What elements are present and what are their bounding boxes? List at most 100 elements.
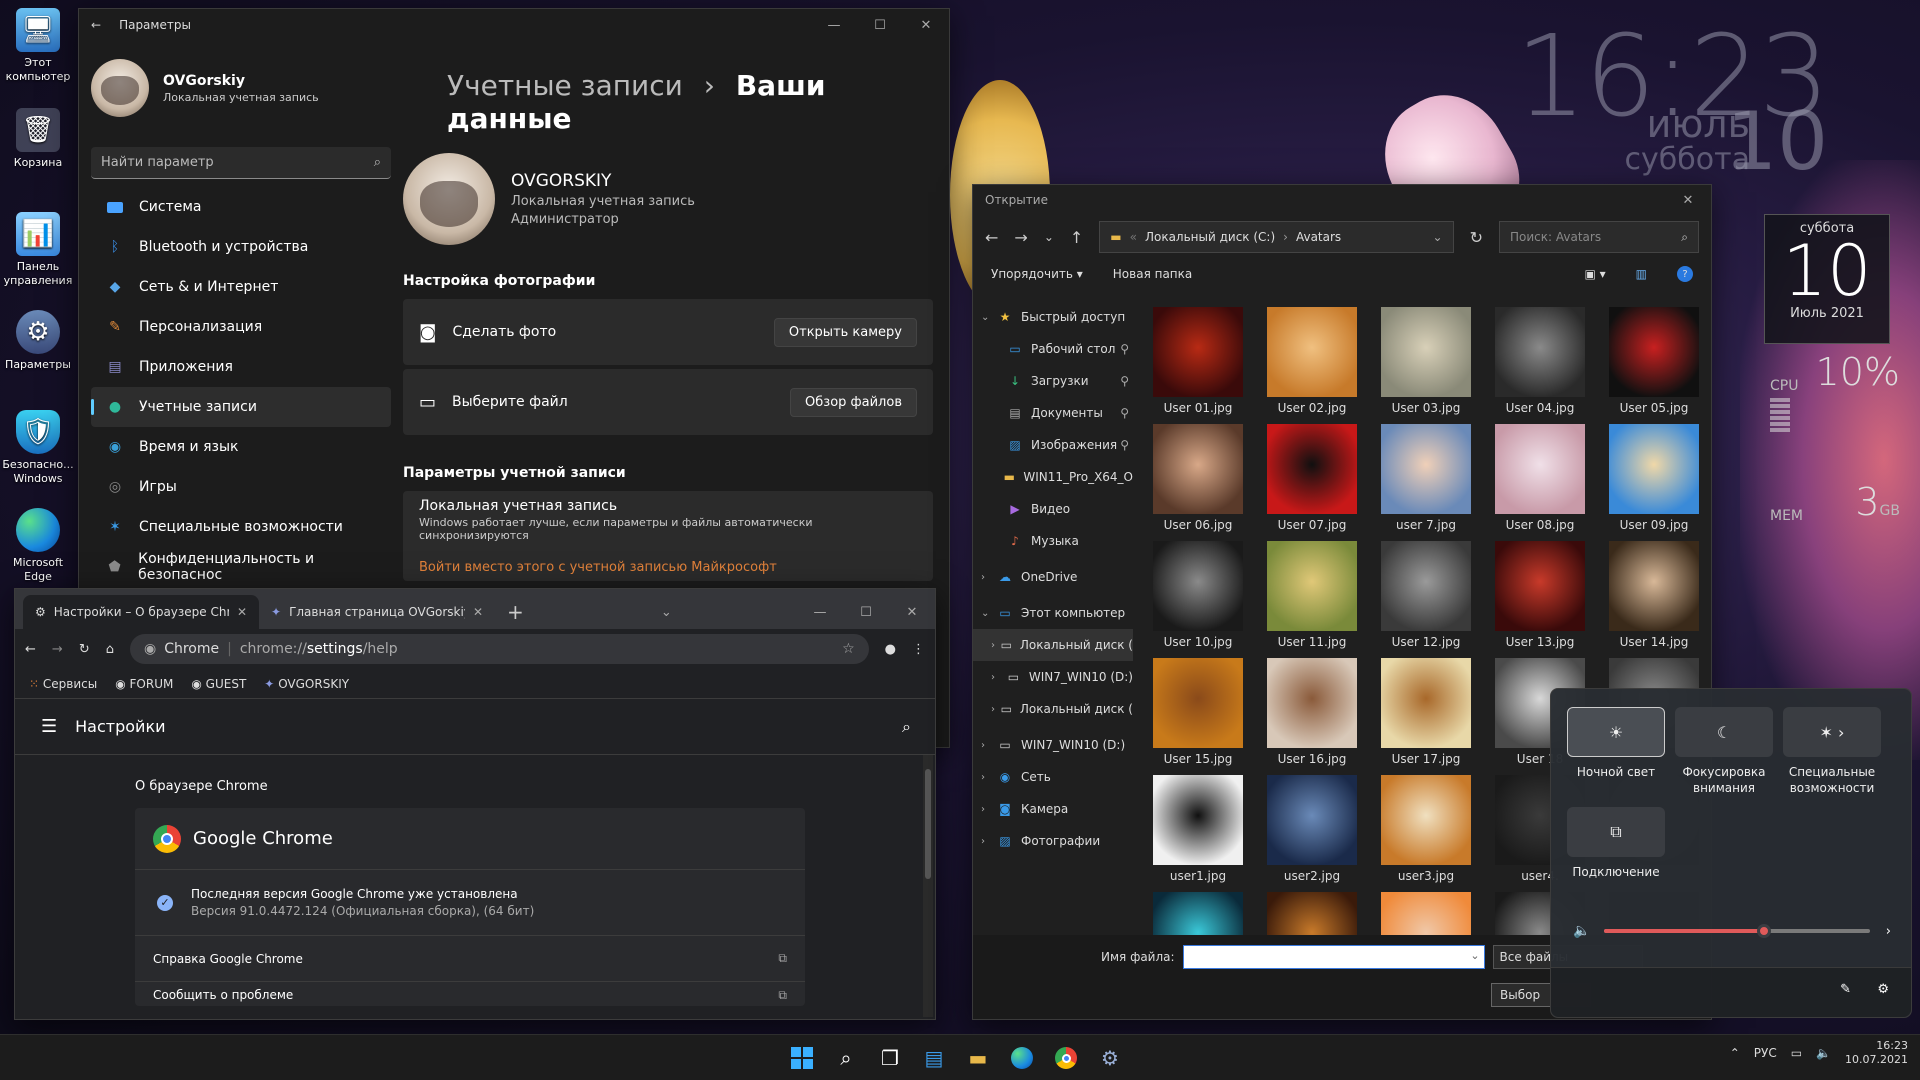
chevron-right-icon[interactable]: ›: [981, 572, 997, 583]
bookmark-forum[interactable]: ◉ FORUM: [115, 677, 173, 691]
breadcrumb-parent[interactable]: Учетные записи: [447, 69, 683, 102]
file-thumbnail[interactable]: User 08.jpg: [1483, 418, 1597, 535]
focus-assist-toggle[interactable]: ☾: [1675, 707, 1773, 757]
file-thumbnail[interactable]: User 09.jpg: [1597, 418, 1701, 535]
file-thumbnail[interactable]: User 06.jpg: [1141, 418, 1255, 535]
file-thumbnail[interactable]: User 02.jpg: [1255, 301, 1369, 418]
file-explorer-icon[interactable]: ▬: [961, 1041, 995, 1075]
view-options-icon[interactable]: ▣ ▾: [1584, 267, 1605, 281]
dialog-search-input[interactable]: Поиск: Avatars ⌕: [1499, 221, 1699, 253]
sidebar-item-apps[interactable]: ▤ Приложения: [91, 347, 391, 387]
preview-pane-icon[interactable]: ▥: [1636, 267, 1647, 281]
chevron-down-icon[interactable]: ⌄: [1470, 949, 1479, 962]
close-button[interactable]: ✕: [1665, 193, 1711, 208]
tree-item[interactable]: ↓ Загрузки ⚲: [973, 365, 1133, 397]
profile-icon[interactable]: ●: [885, 642, 896, 657]
search-icon[interactable]: ⌕: [829, 1041, 863, 1075]
file-thumbnail[interactable]: User 16.jpg: [1255, 652, 1369, 769]
speaker-icon[interactable]: 🔈: [1573, 923, 1590, 939]
sidebar-item-privacy[interactable]: ⬟ Конфиденциальность и безопаснос: [91, 547, 391, 587]
task-view-icon[interactable]: ❐: [873, 1041, 907, 1075]
volume-thumb[interactable]: [1756, 924, 1771, 938]
desktop-icon-security[interactable]: 🛡 Безопасно... Windows: [2, 410, 74, 486]
tab-search-icon[interactable]: ⌄: [647, 595, 686, 629]
sidebar-item-system[interactable]: Система: [91, 187, 391, 227]
chevron-right-icon[interactable]: ›: [981, 804, 997, 815]
chevron-right-icon[interactable]: ›: [991, 672, 1006, 683]
maximize-button[interactable]: ☐: [843, 605, 889, 620]
report-link[interactable]: Сообщить о проблеме ⧉: [135, 982, 805, 1006]
tree-item[interactable]: ♪ Музыка: [973, 525, 1133, 557]
file-thumbnail[interactable]: User 04.jpg: [1483, 301, 1597, 418]
tab-ovgorskiy[interactable]: ✦ Главная страница OVGorskiy ✕: [259, 595, 495, 629]
sidebar-item-personalization[interactable]: ✎ Персонализация: [91, 307, 391, 347]
address-bar[interactable]: ▬ « Локальный диск (C:) › Avatars ⌄: [1099, 221, 1454, 253]
file-thumbnail[interactable]: User 12.jpg: [1369, 535, 1483, 652]
star-icon[interactable]: ☆: [842, 641, 855, 657]
tree-item[interactable]: ⌄ ▭ Этот компьютер: [973, 597, 1133, 629]
address-bar[interactable]: ◉ Chrome | chrome://settings/help ☆: [129, 634, 869, 664]
sidebar-item-network[interactable]: ◆ Сеть & и Интернет: [91, 267, 391, 307]
file-thumbnail[interactable]: User 03.jpg: [1369, 301, 1483, 418]
up-icon[interactable]: ↑: [1070, 228, 1083, 247]
bookmark-apps[interactable]: ⁙ Сервисы: [29, 677, 97, 691]
settings-icon[interactable]: ⚙: [1093, 1041, 1127, 1075]
desktop-icon-edge[interactable]: Microsoft Edge: [2, 508, 74, 584]
tree-item[interactable]: › ◉ Сеть: [973, 761, 1133, 793]
file-thumbnail[interactable]: user1.jpg: [1141, 769, 1255, 886]
tree-item[interactable]: ⌄ ★ Быстрый доступ: [973, 301, 1133, 333]
help-link[interactable]: Справка Google Chrome ⧉: [135, 936, 805, 982]
chevron-down-icon[interactable]: ⌄: [1433, 230, 1443, 244]
search-icon[interactable]: ⌕: [902, 717, 911, 737]
file-thumbnail[interactable]: User 13.jpg: [1483, 535, 1597, 652]
volume-slider[interactable]: [1604, 924, 1870, 938]
tree-item[interactable]: › ▭ WIN7_WIN10 (D:): [973, 661, 1133, 693]
widgets-icon[interactable]: ▤: [917, 1041, 951, 1075]
microsoft-signin-link[interactable]: Войти вместо этого с учетной записью Май…: [419, 560, 777, 575]
cast-toggle[interactable]: ⧉: [1567, 807, 1665, 857]
file-thumbnail[interactable]: [1369, 886, 1483, 935]
network-icon[interactable]: ▭: [1791, 1046, 1802, 1060]
close-button[interactable]: ✕: [889, 605, 935, 620]
chevron-right-icon[interactable]: ›: [991, 640, 1001, 651]
start-icon[interactable]: [785, 1041, 819, 1075]
filename-input[interactable]: ⌄: [1182, 945, 1485, 969]
file-thumbnail[interactable]: user3.jpg: [1369, 769, 1483, 886]
chevron-right-icon[interactable]: ›: [1886, 924, 1891, 939]
tree-item[interactable]: ▤ Документы ⚲: [973, 397, 1133, 429]
edit-icon[interactable]: ✎: [1840, 982, 1851, 997]
chevron-right-icon[interactable]: ›: [991, 704, 1001, 715]
help-icon[interactable]: ?: [1677, 266, 1693, 282]
sidebar-item-accessibility[interactable]: ✶ Специальные возможности: [91, 507, 391, 547]
browse-files-button[interactable]: Обзор файлов: [790, 387, 917, 417]
volume-icon[interactable]: 🔈: [1816, 1046, 1831, 1060]
bookmark-ovgorskiy[interactable]: ✦ OVGORSKIY: [264, 677, 349, 691]
home-icon[interactable]: ⌂: [106, 642, 114, 657]
minimize-button[interactable]: —: [797, 605, 843, 620]
sidebar-item-bluetooth[interactable]: ᛒ Bluetooth и устройства: [91, 227, 391, 267]
maximize-button[interactable]: ☐: [857, 18, 903, 33]
chevron-right-icon[interactable]: ›: [981, 772, 997, 783]
chevron-right-icon[interactable]: ›: [981, 836, 997, 847]
chevron-down-icon[interactable]: ⌄: [1044, 230, 1054, 244]
chevron-down-icon[interactable]: ⌄: [981, 608, 997, 619]
desktop-icon-recycle-bin[interactable]: 🗑 Корзина: [2, 108, 74, 170]
tree-item[interactable]: › ▭ WIN7_WIN10 (D:): [973, 729, 1133, 761]
forward-icon[interactable]: →: [52, 642, 63, 657]
tray-clock[interactable]: 16:23 10.07.2021: [1845, 1039, 1908, 1068]
close-tab-icon[interactable]: ✕: [237, 605, 247, 619]
sidebar-item-time-language[interactable]: ◉ Время и язык: [91, 427, 391, 467]
file-thumbnail[interactable]: User 14.jpg: [1597, 535, 1701, 652]
tab-settings[interactable]: ⚙ Настройки – О браузере Chrom ✕: [23, 595, 259, 629]
gear-icon[interactable]: ⚙: [1877, 982, 1889, 997]
file-thumbnail[interactable]: user 7.jpg: [1369, 418, 1483, 535]
file-thumbnail[interactable]: User 01.jpg: [1141, 301, 1255, 418]
hamburger-icon[interactable]: ☰: [41, 716, 57, 737]
file-thumbnail[interactable]: User 10.jpg: [1141, 535, 1255, 652]
scrollbar[interactable]: [923, 755, 933, 1017]
tree-item[interactable]: › ◙ Камера: [973, 793, 1133, 825]
tree-item[interactable]: ▬ WIN11_Pro_X64_O: [973, 461, 1133, 493]
menu-kebab-icon[interactable]: ⋮: [912, 642, 925, 657]
sidebar-item-accounts[interactable]: ● Учетные записи: [91, 387, 391, 427]
tree-item[interactable]: › ▭ Локальный диск (: [973, 629, 1133, 661]
